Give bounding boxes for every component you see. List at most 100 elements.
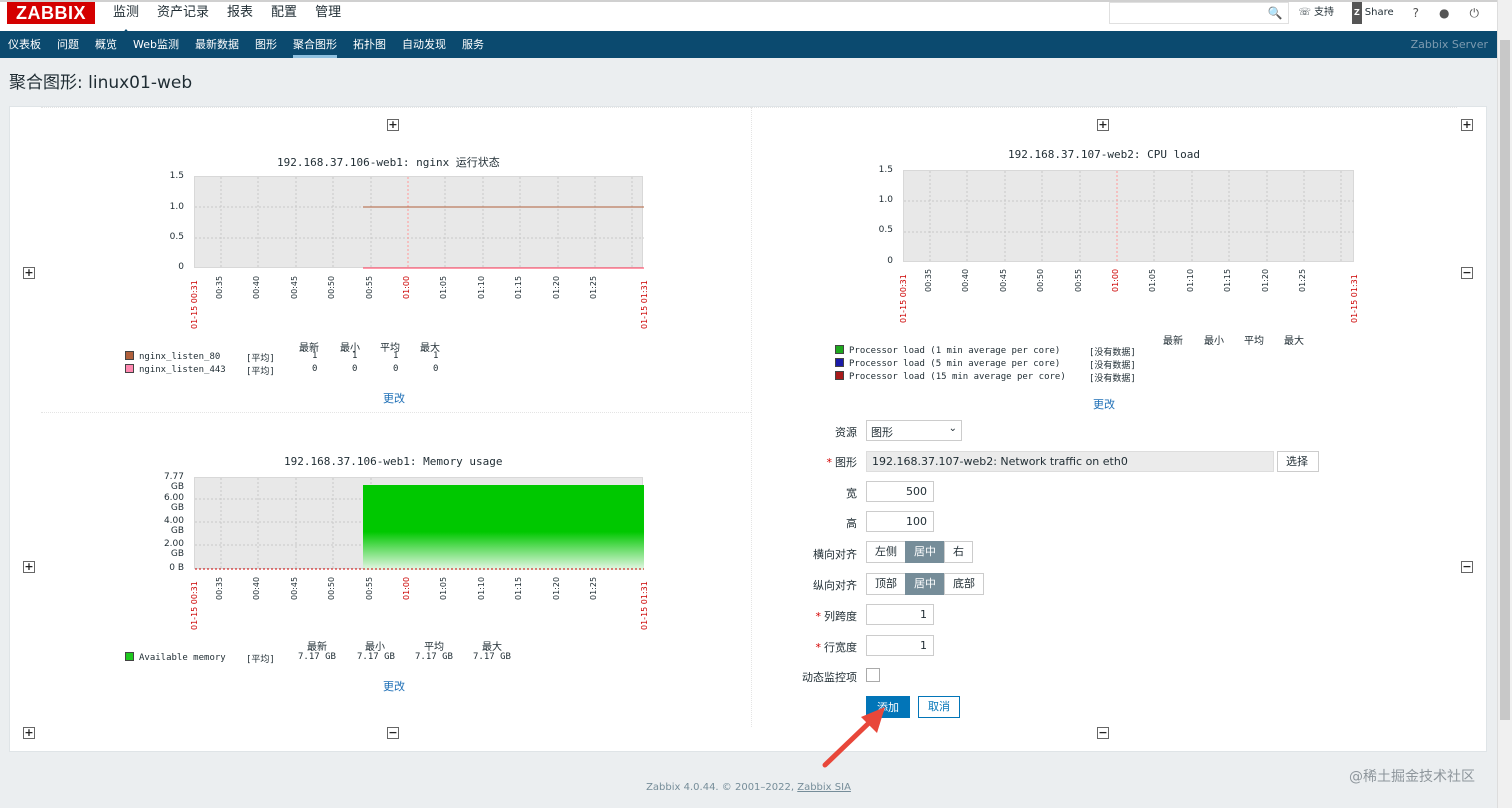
search-input[interactable]: 🔍 (1109, 2, 1290, 24)
graph2-title: 192.168.37.107-web2: CPU load (1008, 148, 1201, 161)
graph3-legend-header: 平均 (424, 642, 444, 653)
annotation-arrow (822, 707, 885, 768)
colspan-input[interactable]: 1 (866, 604, 934, 625)
add-row-2-plus[interactable]: + (23, 561, 35, 573)
graph3-xtick: 00:50 (327, 576, 336, 600)
graph3-xtick: 00:55 (365, 576, 374, 600)
sub-nav-maps[interactable]: 拓扑图 (345, 31, 394, 58)
graph3-change-link[interactable]: 更改 (383, 678, 405, 694)
legend-status: [没有数据] (1089, 374, 1136, 384)
valign-middle-option[interactable]: 居中 (905, 573, 945, 595)
valign-bottom-option[interactable]: 底部 (944, 573, 984, 595)
halign-center-option[interactable]: 居中 (905, 541, 945, 563)
graph1-plot[interactable] (194, 176, 644, 269)
resource-select[interactable]: 图形 ⌄ (866, 420, 962, 441)
add-column-left-plus[interactable]: + (387, 119, 399, 131)
legend-swatch (835, 358, 844, 367)
graph2-legend-header: 最小 (1204, 336, 1224, 347)
main-nav-administration[interactable]: 管理 (306, 2, 350, 33)
graph1-xtick: 01:05 (439, 275, 448, 299)
sub-nav-dashboard[interactable]: 仪表板 (0, 31, 49, 58)
vertical-scrollbar[interactable] (1497, 0, 1512, 808)
main-nav-reports[interactable]: 报表 (218, 2, 262, 33)
graph3-title: 192.168.37.106-web1: Memory usage (284, 455, 503, 468)
add-column-end-plus[interactable]: + (1461, 119, 1473, 131)
halign-right-option[interactable]: 右 (944, 541, 973, 563)
graph2-ytick: 0 (887, 256, 893, 266)
width-input[interactable]: 500 (866, 481, 934, 502)
dynamic-item-checkbox[interactable] (866, 668, 880, 682)
graph2-change-link[interactable]: 更改 (1093, 396, 1115, 412)
graph2-plot[interactable] (903, 170, 1355, 263)
graph1-legend-row: nginx_listen_80 (125, 351, 220, 362)
main-nav: 监测 资产记录 报表 配置 管理 (104, 2, 350, 36)
remove-column-left-minus[interactable]: − (387, 727, 399, 739)
cancel-button[interactable]: 取消 (918, 696, 960, 718)
sub-nav-web[interactable]: Web监测 (125, 31, 187, 58)
remove-column-right-minus[interactable]: − (1097, 727, 1109, 739)
sub-nav-latest-data[interactable]: 最新数据 (187, 31, 247, 58)
graph3-xtick-start: 01-15 00:31 (190, 581, 199, 630)
colspan-label: * 列跨度 (815, 610, 858, 623)
remove-row-2-minus[interactable]: − (1461, 561, 1473, 573)
graph2-xtick-end: 01-15 01:31 (1350, 274, 1359, 323)
sub-nav-discovery[interactable]: 自动发现 (394, 31, 454, 58)
graph2-xtick: 01:25 (1298, 268, 1307, 292)
graph1-change-link[interactable]: 更改 (383, 390, 405, 406)
zabbix-logo[interactable]: ZABBIX (7, 2, 95, 24)
sub-nav-services[interactable]: 服务 (454, 31, 492, 58)
halign-left-option[interactable]: 左侧 (866, 541, 906, 563)
share-link[interactable]: Z Share (1343, 2, 1403, 24)
graph2-xtick: 00:45 (999, 268, 1008, 292)
search-icon[interactable]: 🔍 (1268, 6, 1283, 20)
help-icon[interactable]: ? (1403, 6, 1429, 20)
valign-top-option[interactable]: 顶部 (866, 573, 906, 595)
add-row-end-plus[interactable]: + (23, 727, 35, 739)
legend-func: [平均] (246, 367, 275, 377)
top-right-tools: 🔍 ☏ 支持 Z Share ? ● ⏻ (1109, 2, 1489, 24)
legend-min: 1 (352, 351, 358, 361)
add-row-1-plus[interactable]: + (23, 267, 35, 279)
graph-field: 192.168.37.107-web2: Network traffic on … (866, 451, 1274, 472)
graph2-ytick: 0.5 (878, 225, 893, 235)
support-link[interactable]: ☏ 支持 (1289, 2, 1343, 24)
main-nav-inventory[interactable]: 资产记录 (148, 2, 218, 33)
sub-nav-problems[interactable]: 问题 (49, 31, 87, 58)
sub-nav-screens[interactable]: 聚合图形 (285, 31, 345, 58)
graph3-legend-row: Available memory (125, 652, 226, 663)
select-graph-button[interactable]: 选择 (1277, 451, 1319, 472)
main-nav-configuration[interactable]: 配置 (262, 2, 306, 33)
share-icon: Z (1351, 2, 1362, 24)
graph2-xtick: 01:15 (1223, 268, 1232, 292)
legend-swatch (835, 345, 844, 354)
graph1-xtick: 00:45 (290, 275, 299, 299)
legend-min: 7.17 GB (357, 652, 395, 662)
graph2-xtick: 01:00 (1111, 268, 1120, 292)
zabbix-sia-link[interactable]: Zabbix SIA (797, 782, 851, 793)
graph3-legend-header: 最小 (365, 642, 385, 653)
graph2-ytick: 1.0 (878, 195, 893, 205)
remove-row-1-minus[interactable]: − (1461, 267, 1473, 279)
graph3-ytick: 2.00 GB (163, 539, 184, 559)
rowspan-label: * 行宽度 (815, 641, 858, 654)
graph3-plot[interactable] (194, 477, 644, 570)
graph2-legend-row: Processor load (15 min average per core) (835, 371, 1066, 382)
logout-icon[interactable]: ⏻ (1460, 6, 1490, 21)
sub-nav-overview[interactable]: 概览 (87, 31, 125, 58)
graph3-legend-header: 最大 (482, 642, 502, 653)
sub-nav-graphs[interactable]: 图形 (247, 31, 285, 58)
user-profile-icon[interactable]: ● (1429, 6, 1459, 20)
valign-label: 纵向对齐 (813, 579, 857, 592)
graph3-xtick: 00:35 (215, 576, 224, 600)
graph3-ytick: 7.77 GB (163, 472, 184, 492)
graph1-xtick: 00:35 (215, 275, 224, 299)
scrollbar-thumb[interactable] (1500, 40, 1510, 720)
headset-icon: ☏ (1298, 7, 1311, 18)
rowspan-input[interactable]: 1 (866, 635, 934, 656)
add-column-right-plus[interactable]: + (1097, 119, 1109, 131)
graph3-ytick: 0 B (169, 563, 184, 573)
height-label: 高 (846, 517, 857, 530)
main-nav-monitoring[interactable]: 监测 (104, 2, 148, 36)
height-input[interactable]: 100 (866, 511, 934, 532)
chevron-down-icon: ⌄ (948, 423, 957, 434)
